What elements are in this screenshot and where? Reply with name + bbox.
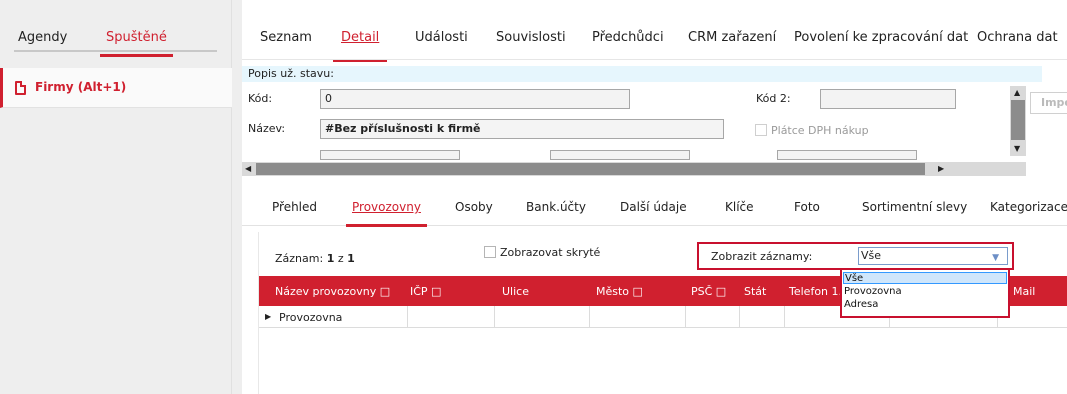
show-hidden-checkbox[interactable]	[484, 246, 496, 258]
tab-dalsi-udaje[interactable]: Další údaje	[620, 200, 687, 214]
record-label: Záznam:	[275, 252, 324, 265]
dropdown-option-provozovna[interactable]: Provozovna	[843, 286, 1007, 298]
user-state-description: Popis už. stavu:	[242, 66, 1042, 82]
scroll-right-icon[interactable]: ▶	[938, 164, 944, 173]
tab-provozovny[interactable]: Provozovny	[346, 200, 427, 227]
show-records-dropdown-list: Vše Provozovna Adresa	[840, 268, 1010, 318]
column-nazev-provozovny[interactable]: Název provozovny □	[275, 285, 390, 298]
cell-divider	[407, 306, 408, 328]
column-mail[interactable]: Mail	[1013, 285, 1035, 298]
detail-sub-tabs: Přehled Provozovny Osoby Bank.účty Další…	[242, 188, 1067, 227]
kod2-label: Kód 2:	[756, 92, 791, 105]
tab-agendy[interactable]: Agendy	[18, 30, 67, 45]
scroll-left-icon[interactable]: ◀	[245, 164, 251, 173]
column-mesto[interactable]: Město □	[596, 285, 643, 298]
tab-sortimentni-slevy[interactable]: Sortimentní slevy	[862, 200, 967, 214]
scroll-down-icon[interactable]: ▼	[1014, 144, 1020, 153]
cell-divider	[784, 306, 785, 328]
tab-udalosti[interactable]: Události	[415, 30, 468, 45]
column-psc[interactable]: PSČ □	[691, 285, 726, 298]
record-of: z	[337, 252, 344, 265]
show-records-select[interactable]: Vše ▼	[858, 247, 1008, 265]
record-counter: Záznam: 1 z 1	[275, 252, 355, 265]
cell-divider	[494, 306, 495, 328]
nazev-label: Název:	[248, 122, 286, 135]
show-hidden-label: Zobrazovat skryté	[500, 246, 601, 259]
cell-divider	[739, 306, 740, 328]
tab-seznam[interactable]: Seznam	[260, 30, 312, 45]
detail-form: Popis už. stavu: Kód: 0 Kód 2: Název: #B…	[242, 62, 1067, 182]
dropdown-option-vse[interactable]: Vše	[843, 272, 1007, 284]
running-item-label: Firmy (Alt+1)	[35, 80, 127, 94]
tab-povoleni-dat[interactable]: Povolení ke zpracování dat	[794, 30, 968, 45]
tab-souvislosti[interactable]: Souvislosti	[496, 30, 566, 45]
form-vertical-scrollbar[interactable]: ▲ ▼	[1010, 86, 1026, 156]
scroll-up-icon[interactable]: ▲	[1014, 88, 1020, 97]
tab-bank-ucty[interactable]: Bank.účty	[526, 200, 586, 214]
column-telefon[interactable]: Telefon 1.	[789, 285, 842, 298]
column-icp[interactable]: IČP □	[410, 285, 441, 298]
platce-dph-label: Plátce DPH nákup	[771, 124, 869, 137]
document-icon	[15, 81, 26, 95]
tab-detail[interactable]: Detail	[332, 30, 388, 63]
record-current: 1	[326, 252, 335, 265]
dropdown-option-adresa[interactable]: Adresa	[843, 299, 1007, 311]
cell-divider	[685, 306, 686, 328]
partial-field-3[interactable]	[777, 150, 917, 160]
agenda-tabs: Agendy Spuštěné	[14, 24, 217, 57]
vertical-scroll-thumb[interactable]	[1011, 100, 1025, 140]
column-ulice[interactable]: Ulice	[502, 285, 529, 298]
chevron-down-icon[interactable]: ▼	[992, 250, 999, 266]
record-tabs: Seznam Detail Události Souvislosti Předc…	[242, 0, 1067, 63]
partial-field-2[interactable]	[550, 150, 690, 160]
cell-divider	[589, 306, 590, 328]
kod-field[interactable]: 0	[320, 89, 630, 109]
tab-klice[interactable]: Klíče	[725, 200, 754, 214]
running-item-firmy[interactable]: Firmy (Alt+1)	[0, 68, 232, 108]
column-stat[interactable]: Stát	[744, 285, 766, 298]
tab-prehled[interactable]: Přehled	[272, 200, 317, 214]
tab-ochrana-dat[interactable]: Ochrana dat	[977, 30, 1058, 45]
show-records-label: Zobrazit záznamy:	[711, 250, 813, 263]
nazev-field[interactable]: #Bez příslušnosti k firmě	[320, 119, 724, 139]
row-pointer-icon: ▶	[265, 312, 272, 321]
record-total: 1	[347, 252, 355, 265]
horizontal-scroll-thumb[interactable]	[256, 163, 925, 175]
row-nazev[interactable]: Provozovna	[279, 311, 342, 324]
agenda-panel: Agendy Spuštěné Firmy (Alt+1)	[0, 0, 232, 394]
tab-foto[interactable]: Foto	[794, 200, 820, 214]
tab-spustene[interactable]: Spuštěné	[100, 30, 173, 57]
kod-label: Kód:	[248, 92, 273, 105]
tab-osoby[interactable]: Osoby	[455, 200, 493, 214]
show-records-filter: Zobrazit záznamy: Vše ▼	[697, 242, 1014, 270]
partial-field-1[interactable]	[320, 150, 460, 160]
panel-divider[interactable]	[232, 0, 242, 394]
tab-crm-zarazeni[interactable]: CRM zařazení	[688, 30, 776, 45]
platce-dph-checkbox[interactable]	[755, 124, 767, 136]
main-area: Seznam Detail Události Souvislosti Předc…	[242, 0, 1067, 394]
show-records-value: Vše	[861, 249, 882, 262]
tab-kategorizace[interactable]: Kategorizace	[990, 200, 1067, 214]
tab-predchudci[interactable]: Předchůdci	[592, 30, 664, 45]
import-button[interactable]: Impo	[1030, 92, 1067, 114]
kod2-field[interactable]	[820, 89, 956, 109]
form-horizontal-scrollbar[interactable]: ◀ ▶	[242, 162, 1026, 176]
